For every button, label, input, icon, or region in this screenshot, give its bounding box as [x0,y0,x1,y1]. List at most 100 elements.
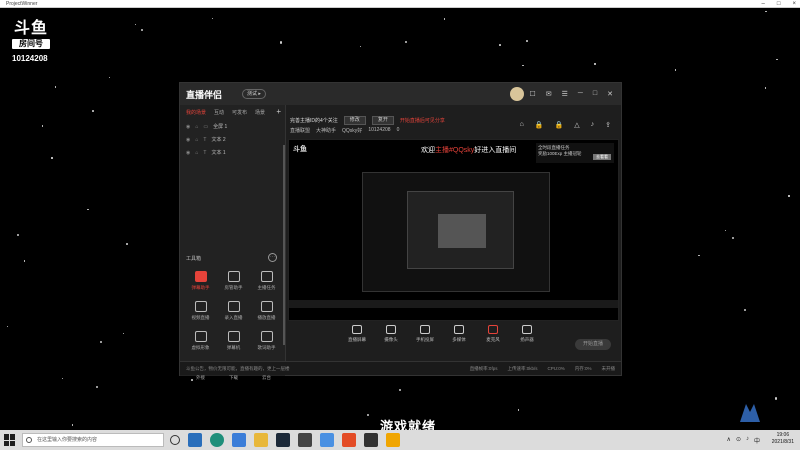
home-icon[interactable]: ⌂ [520,121,524,129]
tool-item[interactable]: 播放直播 [250,301,283,321]
tool-item[interactable]: 主播任务 [250,271,283,291]
close-button[interactable]: × [792,0,796,8]
star [54,86,57,88]
star [517,409,519,411]
avatar[interactable] [510,87,524,101]
system-tray: ∧ ⊙ ♪ 中 [727,436,760,445]
source-label: 直播屏幕 [348,337,366,342]
tab-publishable[interactable]: 可发布 [232,109,247,116]
clock[interactable]: 19:06 2021/8/31 [772,432,794,446]
menu-icon[interactable]: ☰ [562,90,568,98]
meta-tag[interactable]: 大神助手 [316,127,336,134]
tool-label: 视频直播 [191,315,210,320]
scene-item[interactable]: ◉ ⌂ ▭ 全屏 1 [180,120,285,133]
start-stream-button[interactable]: 开始直播 [575,339,611,350]
star [126,243,129,246]
tray-app-icon[interactable]: ⊙ [736,436,741,445]
tool-item[interactable]: 歌词助手 [250,331,283,351]
lock-icon[interactable]: 🔒 [535,121,544,129]
star [366,414,370,417]
tray-expand-icon[interactable]: ∧ [727,436,731,445]
app-icon[interactable] [386,433,400,447]
nested-preview-window [407,191,514,269]
star [280,41,283,44]
source-button[interactable]: 手机投屏 [413,325,437,343]
banner-button[interactable]: 去看看 [593,154,611,160]
left-scrollbar[interactable] [283,145,285,345]
status-announcement: 斗鱼公告，物价无限可能，直播有趣的，更上一层楼 [186,366,290,371]
alert-icon[interactable]: △ [574,121,579,129]
source-button[interactable]: 麦克风 [481,325,505,343]
toolbox-more-button[interactable]: ··· [268,253,277,262]
source-button[interactable]: 多媒体 [447,325,471,343]
tab-my-scenes[interactable]: 我的场景 [186,109,206,116]
search-box[interactable]: 在这里输入你要搜索的内容 [22,433,164,447]
tab-interact[interactable]: 互动 [214,109,224,116]
lock-icon[interactable]: ⌂ [195,137,198,143]
version-badge[interactable]: 测试 ▸ [242,89,266,99]
tool-item[interactable]: 虚拟形象 [184,331,217,351]
tool-item[interactable]: 房管助手 [217,271,250,291]
search-placeholder: 在这里输入你要搜索的内容 [37,437,98,443]
minimize-icon[interactable]: ─ [578,90,583,98]
maximize-icon[interactable]: □ [593,90,597,98]
windows-start-icon[interactable] [4,434,16,446]
edge-icon[interactable] [210,433,224,447]
tool-item[interactable]: 弹幕助手 [184,271,217,291]
logo-text: 斗鱼 [13,18,48,37]
music-icon[interactable]: ♪ [591,121,595,129]
source-button[interactable]: 直播屏幕 [345,325,369,343]
steam-icon[interactable] [276,433,290,447]
source-button[interactable]: 扬声器 [515,325,539,343]
tool-icon [227,271,240,282]
screen-icon[interactable]: ☐ [529,90,535,98]
tool-label: 播放直播 [257,315,276,320]
welcome-message: 欢迎主播#QQsky好进入直播间 [421,145,516,155]
eye-icon[interactable]: ◉ [186,137,190,143]
volume-icon[interactable]: ♪ [746,436,749,445]
eye-icon[interactable]: ◉ [186,150,190,156]
maximize-button[interactable]: □ [777,0,781,8]
app-icon[interactable] [188,433,202,447]
left-panel: 我的场景 互动 可发布 场景 + ◉ ⌂ ▭ 全屏 1 ◉ ⌂ T 文本 2 ◉ ⌂ T 文本 1… [180,105,286,380]
star [765,10,767,13]
lock-icon[interactable]: 🔒 [555,121,564,129]
tool-icon [260,331,273,342]
stream-preview[interactable]: 斗鱼 全时段直播任务 奖励100Exp 主播冠轮 去看看 [288,139,619,321]
welcome-suffix: 好进入直播间 [474,147,517,154]
scene-item[interactable]: ◉ ⌂ T 文本 1 [180,146,285,159]
category-button[interactable]: 复开 [371,116,394,125]
tab-scene[interactable]: 场景 [255,109,265,116]
source-button[interactable]: 摄像头 [379,325,403,343]
store-icon[interactable] [232,433,246,447]
source-icon [488,325,498,334]
tool-item[interactable]: 弹幕机 [217,331,250,351]
app-logo: 直播伴侣 [186,90,223,100]
eye-icon[interactable]: ◉ [186,124,190,130]
folder-icon[interactable] [254,433,268,447]
minimize-button[interactable]: – [762,0,765,8]
tool-item[interactable]: 录入直播 [217,301,250,321]
lock-icon[interactable]: ⌂ [195,124,198,130]
scene-list: ◉ ⌂ ▭ 全屏 1 ◉ ⌂ T 文本 2 ◉ ⌂ T 文本 1 [180,120,285,159]
star [61,378,63,380]
close-icon[interactable]: ✕ [607,90,613,98]
meta-tag[interactable]: 直播联盟 [290,127,310,134]
mail-icon[interactable]: ✉ [546,90,552,98]
tool-label: 录入直播 [224,315,243,320]
ime-indicator[interactable]: 中 [754,436,760,445]
lock-icon[interactable]: ⌂ [195,150,198,156]
star [674,69,677,71]
app-icon[interactable] [342,433,356,447]
app-icon[interactable] [298,433,312,447]
add-scene-button[interactable]: + [276,107,281,116]
tool-label: 下载 [229,375,238,380]
app-icon[interactable] [320,433,334,447]
share-icon[interactable]: ⇪ [605,121,611,129]
tool-item[interactable]: 视频直播 [184,301,217,321]
scene-item[interactable]: ◉ ⌂ T 文本 2 [180,133,285,146]
edit-title-button[interactable]: 修改 [343,116,366,125]
app-icon[interactable] [364,433,378,447]
task-view-icon[interactable] [170,435,180,445]
star [788,195,790,197]
